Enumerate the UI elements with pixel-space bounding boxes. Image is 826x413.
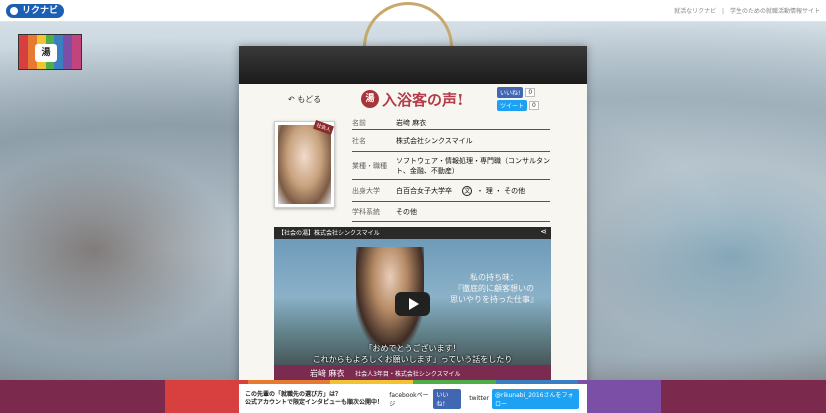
profile-label: 出身大学 <box>352 186 380 195</box>
top-nav: 就活なリクナビ | 学生のための就職活動情報サイト <box>674 8 820 15</box>
video-subtitle: 「おめでとうございます！ これからもよろしくお願いします」っていう話をしたり <box>274 343 551 365</box>
twitter-label: twitter <box>469 395 490 402</box>
profile-value: 株式会社シンクスマイル <box>396 136 473 145</box>
video-caption-line: 『徹底的に顧客想いの <box>454 284 534 293</box>
university-name: 白百合女子大学卒 <box>396 186 452 195</box>
back-link[interactable]: ↶ もどる <box>288 94 321 105</box>
profile-label: 学科系統 <box>352 207 380 216</box>
profile-value: 岩﨑 麻衣 <box>396 118 427 127</box>
board-header-bar <box>239 46 587 84</box>
profile-value: ソフトウェア・情報処理・専門職（コンサルタント、金融、不動産） <box>396 156 550 175</box>
video-title[interactable]: 【社会の湯】株式会社シンクスマイル <box>278 228 380 237</box>
subtitle-line: 「おめでとうございます！ <box>364 344 461 353</box>
bathhouse-background-right <box>586 160 826 350</box>
profile-value: 白百合女子大学卒 文 ・ 理 ・ その他 <box>396 185 550 196</box>
facebook-page-like-button[interactable]: いいね！ <box>433 388 462 409</box>
top-nav-link-1[interactable]: 就活なリクナビ <box>674 8 716 15</box>
youtube-video-player[interactable]: 【社会の湯】株式会社シンクスマイル ⋖ 私の持ち味： 『徹底的に顧客想いの 思い… <box>274 227 551 382</box>
page-title-text: 入浴客の声! <box>382 90 464 109</box>
subtitle-line: これからもよろしくお願いします」っていう話をしたり <box>312 355 513 364</box>
profile-row-university: 出身大学 白百合女子大学卒 文 ・ 理 ・ その他 <box>352 180 550 202</box>
bathhouse-background-left <box>0 150 235 350</box>
follow-banner: この先輩の「就職先の選び方」は？ 公式アカウントで限定インタビューも順次公開中！… <box>239 384 587 413</box>
back-label: もどる <box>297 95 322 104</box>
profile-row-industry: 業種・職種 ソフトウェア・情報処理・専門職（コンサルタント、金融、不動産） <box>352 152 550 180</box>
profile-photo: 社会人 <box>274 120 335 208</box>
major-others: ・ 理 ・ その他 <box>476 186 526 195</box>
video-caption-line: 思いやりを持った仕事』 <box>450 295 538 304</box>
share-icon[interactable]: ⋖ <box>540 227 547 236</box>
back-arrow-icon: ↶ <box>288 95 295 104</box>
banner-twitter: twitter @rikunabi_2016さんをフォロー <box>469 388 581 409</box>
yu-seal-icon: 湯 <box>361 90 379 108</box>
video-caption: 私の持ち味： 『徹底的に顧客想いの 思いやりを持った仕事』 <box>442 272 546 305</box>
profile-label: 名前 <box>352 118 366 127</box>
rikunabi-logo[interactable]: リクナビ <box>6 4 65 18</box>
profile-row-name: 名前 岩﨑 麻衣 <box>352 116 550 130</box>
top-nav-link-2[interactable]: 学生のための就職活動情報サイト <box>730 8 820 15</box>
banner-text-line: 公式アカウントで限定インタビューも順次公開中！ <box>245 398 384 406</box>
profile-table: 名前 岩﨑 麻衣 社名 株式会社シンクスマイル 業種・職種 ソフトウェア・情報処… <box>352 116 550 222</box>
voice-board: ↶ もどる 湯 入浴客の声! いいね! 0 ツイート 0 社会人 名前 岩﨑 麻… <box>239 46 587 413</box>
banner-text-line: この先輩の「就職先の選び方」は？ <box>245 390 342 398</box>
tweet-button[interactable]: ツイート <box>497 100 528 111</box>
page-title: 湯 入浴客の声! <box>361 88 464 110</box>
flag-badge: 湯 <box>35 44 57 62</box>
profile-label: 社名 <box>352 136 366 145</box>
twitter-follow-button[interactable]: @rikunabi_2016さんをフォロー <box>492 388 579 409</box>
play-button-icon[interactable] <box>395 292 430 316</box>
facebook-like-count: 0 <box>525 88 536 97</box>
profile-row-company: 社名 株式会社シンクスマイル <box>352 130 550 152</box>
banner-facebook: facebookページ いいね！ <box>389 388 463 409</box>
banner-text: この先輩の「就職先の選び方」は？ 公式アカウントで限定インタビューも順次公開中！ <box>245 391 383 407</box>
profile-value: その他 <box>396 207 417 216</box>
facebook-page-label: facebookページ <box>389 391 429 408</box>
profile-row-major: 学科系統 その他 <box>352 202 550 222</box>
video-name-sub: 社会人3年目・株式会社シンクスマイル <box>355 371 461 378</box>
video-caption-line: 私の持ち味： <box>470 273 518 282</box>
social-buttons: いいね! 0 ツイート 0 <box>497 87 545 113</box>
video-name: 岩﨑 麻衣 <box>310 369 345 378</box>
facebook-like-button[interactable]: いいね! <box>497 87 524 98</box>
tweet-count: 0 <box>529 101 539 110</box>
profile-label: 業種・職種 <box>352 161 387 170</box>
profile-photo-image <box>278 125 331 204</box>
major-circle: 文 <box>462 185 473 196</box>
